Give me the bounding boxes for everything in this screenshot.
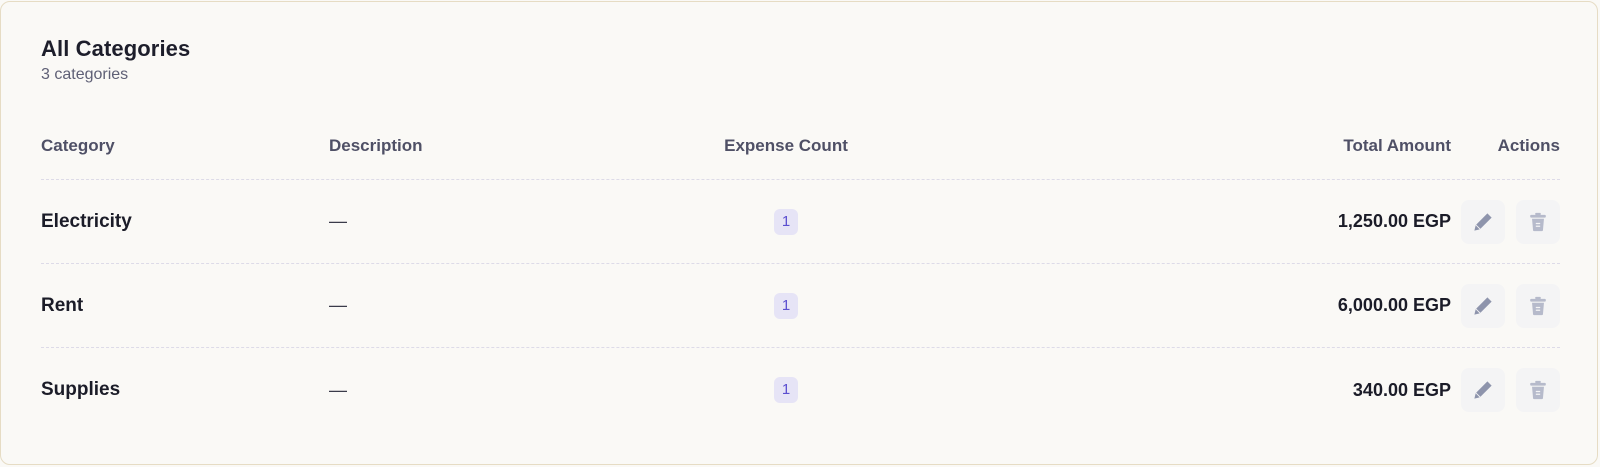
- row-actions: [1451, 283, 1560, 328]
- category-name: Supplies: [41, 379, 121, 400]
- pencil-icon: [1474, 296, 1492, 315]
- row-actions: [1451, 368, 1560, 412]
- category-description: —: [329, 379, 347, 400]
- pencil-icon: [1474, 381, 1492, 399]
- category-name: Rent: [41, 294, 84, 316]
- pencil-icon: [1474, 212, 1492, 231]
- delete-button[interactable]: [1516, 199, 1560, 244]
- trash-icon: [1530, 296, 1546, 315]
- trash-icon: [1530, 212, 1546, 231]
- total-amount: 340.00 EGP: [1352, 379, 1451, 400]
- header-expense-count: Expense Count: [724, 135, 848, 155]
- header-total-amount: Total Amount: [1343, 135, 1451, 155]
- card-header: All Categories 3 categories: [41, 35, 190, 85]
- table-row: Electricity — 1 1,250.00 EGP: [41, 180, 1560, 264]
- total-amount: 1,250.00 EGP: [1337, 211, 1451, 231]
- table-header-row: Category Description Expense Count Total…: [41, 112, 1560, 180]
- header-category: Category: [41, 135, 115, 155]
- header-actions: Actions: [1497, 135, 1560, 155]
- expense-count-badge: 1: [774, 377, 798, 403]
- expense-count-badge: 1: [774, 292, 798, 319]
- delete-button[interactable]: [1516, 283, 1560, 328]
- edit-button[interactable]: [1461, 368, 1505, 412]
- categories-table: Category Description Expense Count Total…: [41, 112, 1560, 432]
- card-subtitle: 3 categories: [41, 66, 129, 83]
- edit-button[interactable]: [1461, 199, 1505, 244]
- category-description: —: [329, 211, 347, 231]
- trash-icon: [1530, 380, 1546, 400]
- card-title: All Categories: [41, 36, 191, 61]
- row-actions: [1451, 199, 1560, 244]
- table-row: Rent — 1 6,000.00 EGP: [41, 264, 1560, 348]
- table-row: Supplies — 1 340.00 EGP: [41, 348, 1560, 432]
- delete-button[interactable]: [1516, 368, 1560, 412]
- categories-card: All Categories 3 categories Category Des…: [0, 1, 1598, 465]
- total-amount: 6,000.00 EGP: [1337, 295, 1451, 315]
- category-name: Electricity: [41, 210, 132, 232]
- expense-count-badge: 1: [774, 208, 798, 235]
- edit-button[interactable]: [1461, 283, 1505, 328]
- header-description: Description: [329, 135, 423, 155]
- category-description: —: [329, 295, 347, 315]
